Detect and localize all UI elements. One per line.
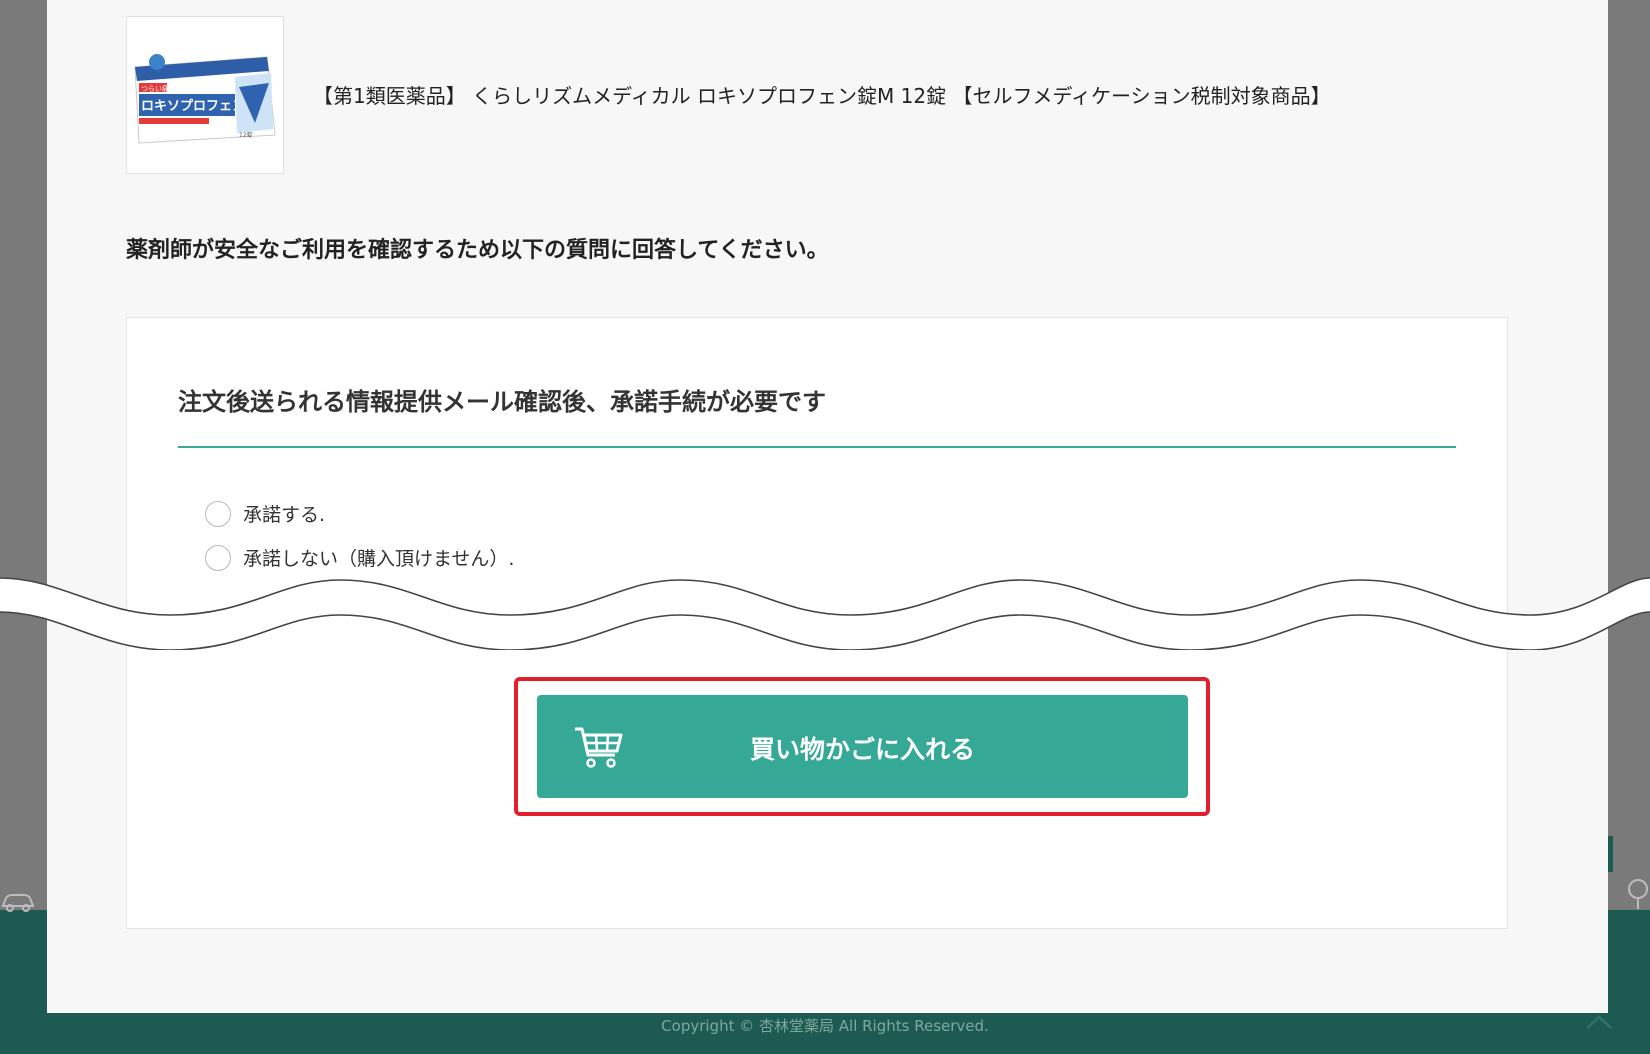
option-decline[interactable]: 承諾しない（購入頂けません）.: [205, 544, 514, 571]
car-icon: [1, 894, 35, 912]
tree-icon: [1628, 879, 1648, 909]
question-title: 注文後送られる情報提供メール確認後、承諾手続が必要です: [178, 388, 826, 416]
product-question-modal: ロキソプロフェン錠M つらい痛みに 12錠 【第1類医薬品】 くらしリズムメディ…: [47, 0, 1608, 1013]
option-decline-label: 承諾しない（購入頂けません）.: [243, 548, 515, 570]
medicine-box-image: ロキソプロフェン錠M つらい痛みに 12錠: [134, 54, 276, 144]
question-divider: [178, 446, 1456, 448]
accept-radio[interactable]: [205, 500, 231, 527]
decline-radio[interactable]: [205, 544, 231, 571]
pharmacist-instruction: 薬剤師が安全なご利用を確認するため以下の質問に回答してください。: [126, 238, 829, 263]
svg-text:つらい痛みに: つらい痛みに: [141, 84, 183, 93]
wave-cut-divider: [0, 577, 1650, 650]
product-name: 【第1類医薬品】 くらしリズムメディカル ロキソプロフェン錠M 12錠 【セルフ…: [313, 84, 1331, 108]
product-image: ロキソプロフェン錠M つらい痛みに 12錠: [126, 16, 284, 174]
add-to-cart-label: 買い物かごに入れる: [749, 735, 975, 764]
option-accept-label: 承諾する.: [243, 504, 326, 526]
option-accept[interactable]: 承諾する.: [205, 500, 325, 527]
svg-text:12錠: 12錠: [239, 131, 253, 139]
copyright-text: Copyright © 杏林堂薬局 All Rights Reserved.: [661, 1017, 989, 1035]
page-top-icon[interactable]: [1585, 1012, 1613, 1032]
add-to-cart-button[interactable]: 買い物かごに入れる: [537, 695, 1188, 798]
